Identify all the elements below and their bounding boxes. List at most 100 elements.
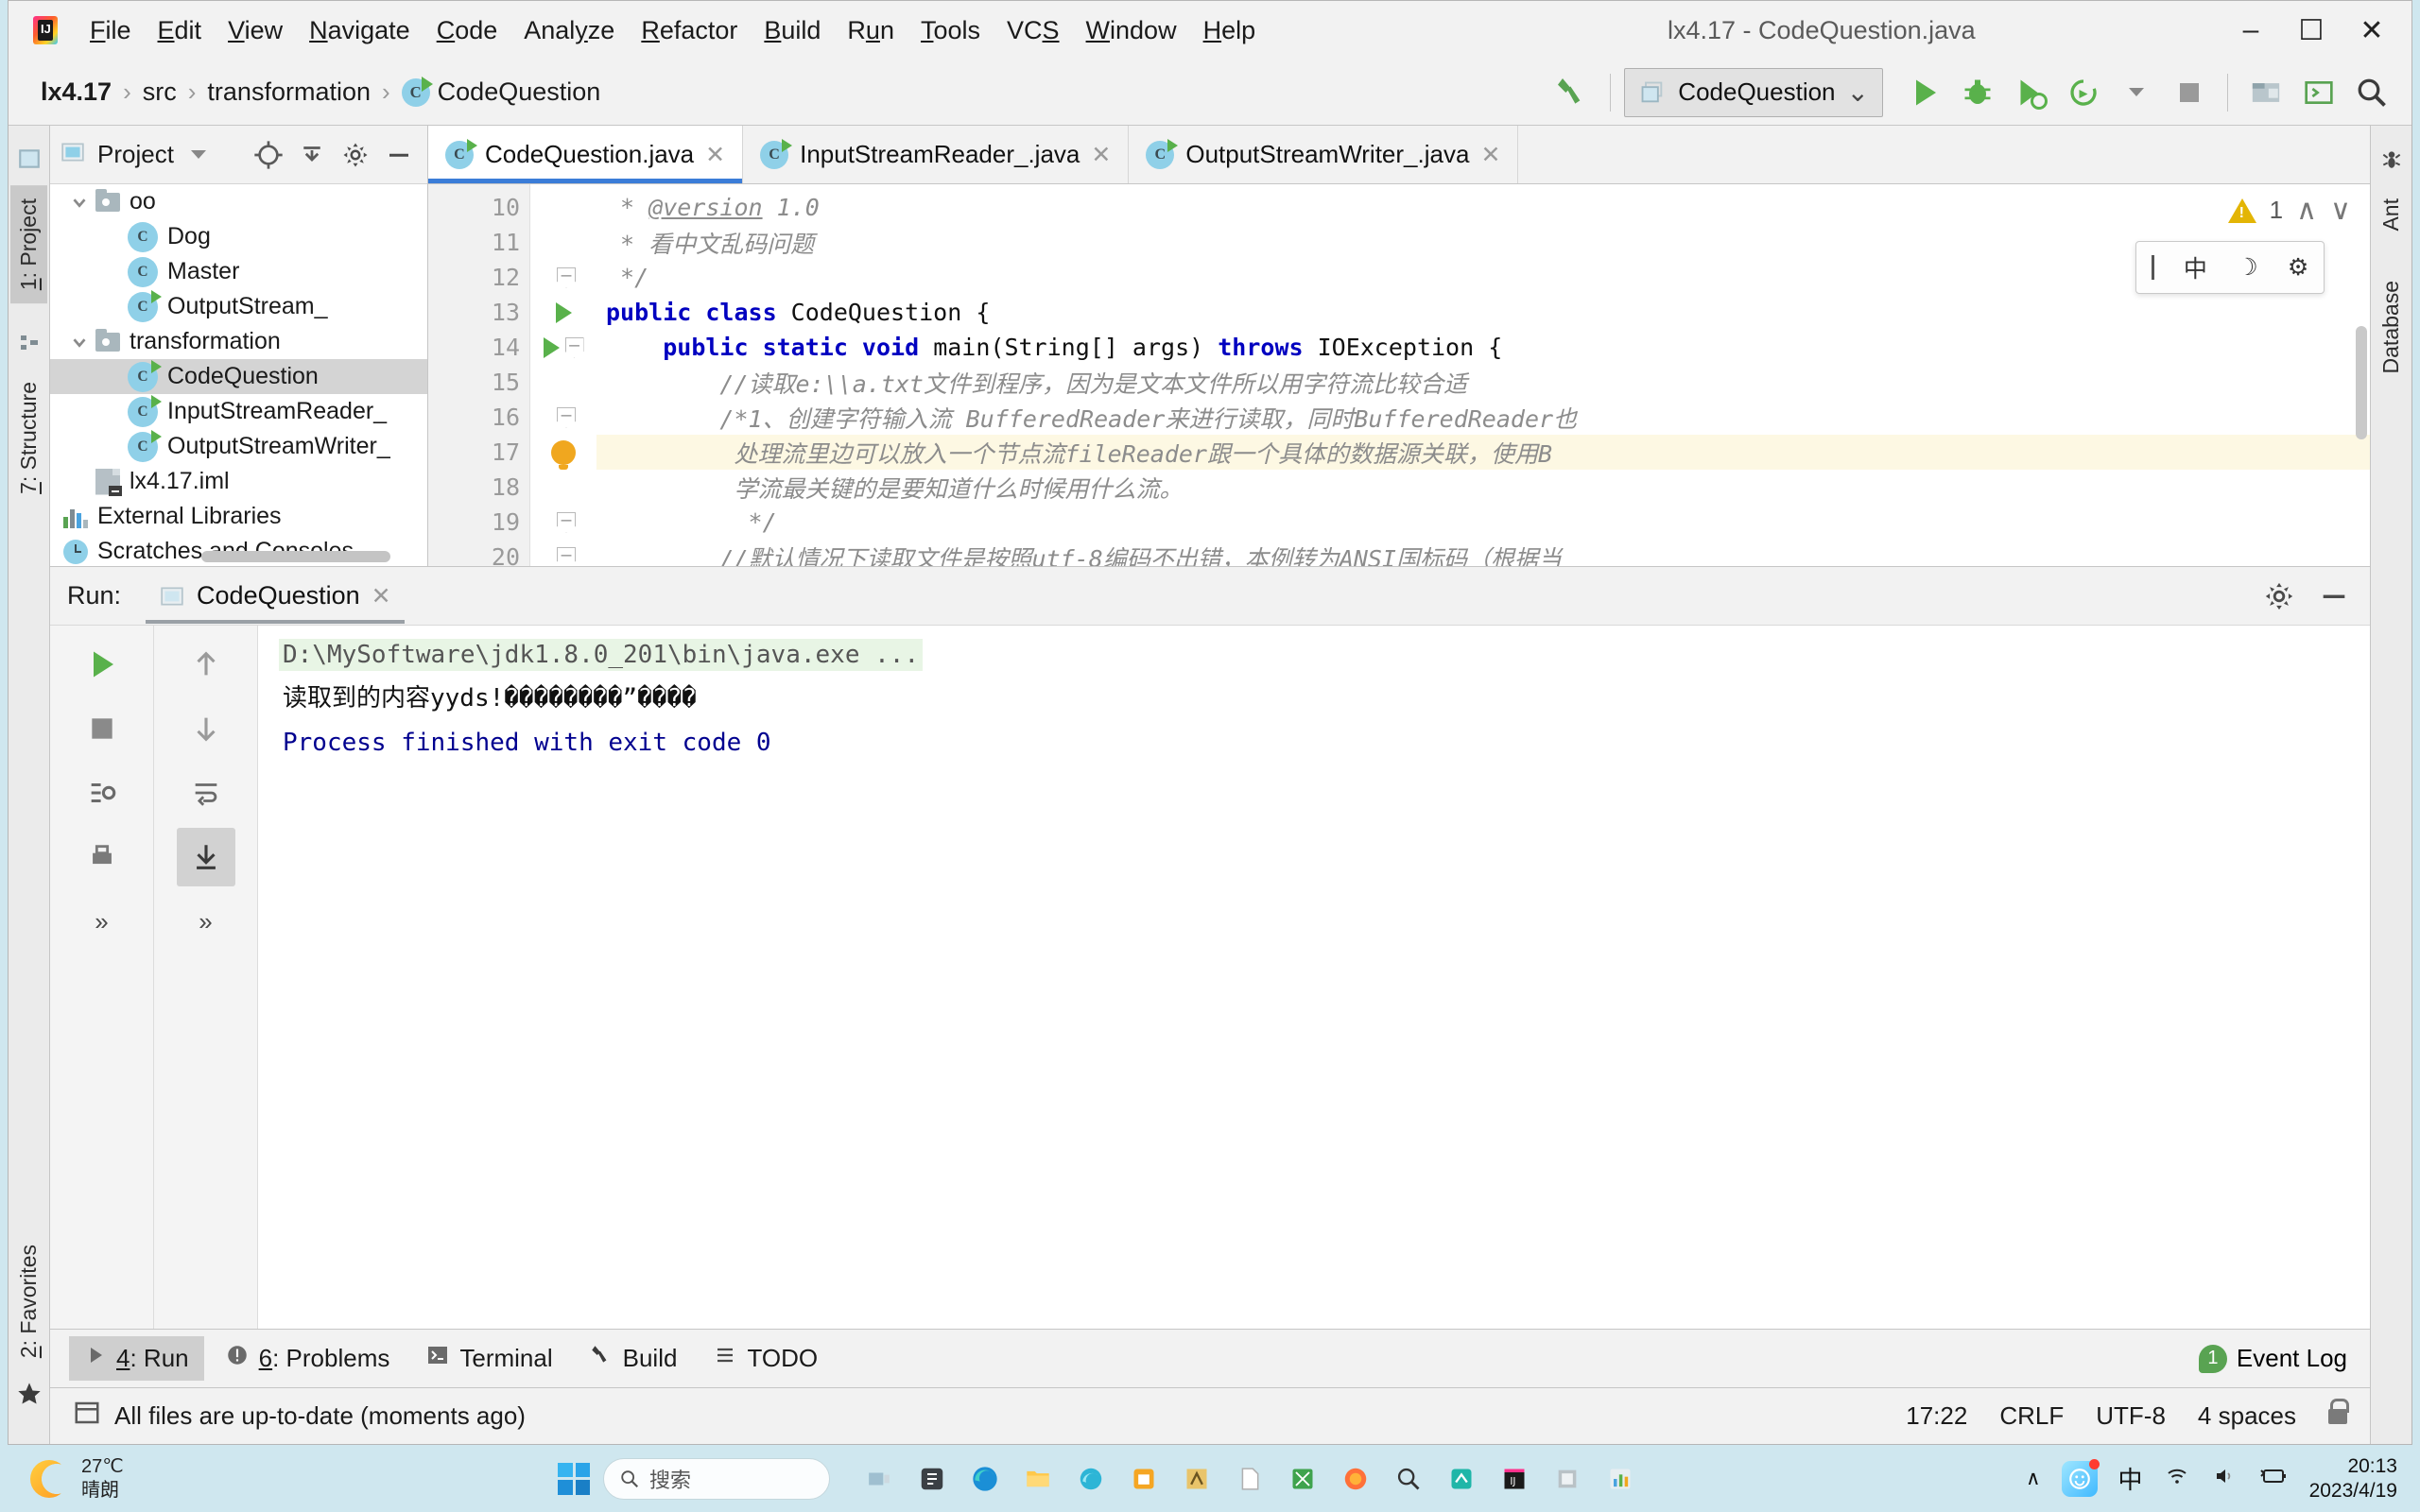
breadcrumb-item-src[interactable]: src	[137, 76, 182, 109]
editor-tab-inputstreamreader_java[interactable]: C InputStreamReader_.java ✕	[743, 126, 1130, 183]
event-log-button[interactable]: 1 Event Log	[2198, 1344, 2347, 1373]
menu-item-file[interactable]: File	[77, 12, 145, 49]
ime-handle-icon[interactable]	[2151, 255, 2154, 280]
breadcrumb-item-transformation[interactable]: transformation	[201, 76, 376, 109]
bottom-tab-6problems[interactable]: 6: Problems	[210, 1335, 406, 1382]
menu-item-analyze[interactable]: Analyze	[510, 12, 628, 49]
tree-item-lx417iml[interactable]: lx4.17.iml	[50, 464, 427, 499]
sidebar-item-structure[interactable]: 7: Structure	[10, 369, 47, 507]
hide-panel-icon[interactable]	[380, 136, 418, 174]
firefox-icon[interactable]	[1333, 1456, 1378, 1502]
fold-marker-icon[interactable]: –	[557, 546, 576, 566]
run-gutter-icon[interactable]	[555, 301, 572, 323]
expand-more-button-2[interactable]: »	[177, 892, 235, 951]
settings-gear-icon[interactable]	[337, 136, 374, 174]
indent-setting[interactable]: 4 spaces	[2198, 1401, 2296, 1431]
settings-gear-icon[interactable]	[2260, 577, 2298, 615]
editor-scrollbar[interactable]	[2356, 326, 2367, 439]
expand-more-button[interactable]: »	[73, 892, 131, 951]
search-app-icon[interactable]	[1386, 1456, 1431, 1502]
editor-tab-codequestionjava[interactable]: C CodeQuestion.java ✕	[428, 126, 744, 183]
bottom-tab-todo[interactable]: TODO	[698, 1336, 833, 1381]
sidebar-item-project[interactable]: 1: Project	[10, 185, 47, 304]
fold-marker-icon[interactable]: –	[557, 406, 576, 428]
tree-item-oo[interactable]: oo	[50, 184, 427, 219]
line-separator[interactable]: CRLF	[1999, 1401, 2064, 1431]
close-button[interactable]: ✕	[2342, 6, 2402, 55]
battery-icon[interactable]	[2258, 1466, 2289, 1492]
app-icon-teal[interactable]	[1439, 1456, 1484, 1502]
breadcrumb-item-codequestion[interactable]: C CodeQuestion	[396, 76, 607, 109]
sidebar-item-favorites[interactable]: 2: Favorites	[10, 1231, 47, 1371]
tree-item-dog[interactable]: C Dog	[50, 219, 427, 254]
print-button[interactable]	[73, 828, 131, 886]
sidebar-item-ant[interactable]: Ant	[2373, 185, 2410, 245]
tree-item-master[interactable]: C Master	[50, 254, 427, 289]
bottom-tab-build[interactable]: Build	[574, 1335, 693, 1382]
taskview-icon[interactable]	[856, 1456, 902, 1502]
code-editor[interactable]: 10 11 12 13 14 15 16 17 18 19 20 – – – – – * @version …	[428, 184, 2370, 566]
ime-language-label[interactable]: 中	[2184, 250, 2207, 284]
tray-language-indicator[interactable]: 中	[2118, 1461, 2143, 1496]
trace-button[interactable]	[73, 764, 131, 822]
breadcrumb-item-lx417[interactable]: lx4.17	[35, 76, 117, 109]
wifi-icon[interactable]	[2164, 1465, 2190, 1493]
debug-button[interactable]	[1953, 68, 2002, 117]
scroll-to-end-button[interactable]	[176, 828, 235, 886]
tray-clock[interactable]: 20:13 2023/4/19	[2309, 1454, 2397, 1502]
app-icon-yellow[interactable]	[1174, 1456, 1219, 1502]
menu-item-view[interactable]: View	[215, 12, 296, 49]
tree-item-codequestion[interactable]: C CodeQuestion	[50, 359, 427, 394]
run-configuration-selector[interactable]: CodeQuestion ⌄	[1624, 67, 1883, 117]
menu-item-run[interactable]: Run	[834, 12, 908, 49]
tree-item-outputstream_[interactable]: C OutputStream_	[50, 289, 427, 324]
tree-item-inputstreamreader_[interactable]: C InputStreamReader_	[50, 394, 427, 429]
menu-item-build[interactable]: Build	[751, 12, 834, 49]
lock-icon[interactable]	[2328, 1398, 2349, 1424]
menu-item-edit[interactable]: Edit	[145, 12, 216, 49]
file-encoding[interactable]: UTF-8	[2096, 1401, 2166, 1431]
menu-item-code[interactable]: Code	[424, 12, 511, 49]
ime-settings-icon[interactable]: ⚙	[2288, 253, 2308, 282]
build-hammer-icon[interactable]	[1547, 68, 1597, 117]
tray-expand-icon[interactable]: ∧	[2026, 1467, 2040, 1490]
bottom-tab-terminal[interactable]: Terminal	[410, 1336, 567, 1381]
browser-icon-2[interactable]	[1068, 1456, 1114, 1502]
volume-icon[interactable]	[2211, 1465, 2238, 1493]
fold-marker-icon[interactable]: –	[557, 266, 576, 288]
stop-button[interactable]	[2165, 68, 2214, 117]
edge-icon[interactable]	[962, 1456, 1008, 1502]
taskbar-search[interactable]: 搜索	[603, 1457, 830, 1500]
tree-item-outputstreamwriter_[interactable]: C OutputStreamWriter_	[50, 429, 427, 464]
gutter-marker[interactable]	[530, 435, 596, 470]
run-gutter-icon[interactable]	[543, 336, 560, 358]
hide-panel-icon[interactable]	[2315, 577, 2353, 615]
close-icon[interactable]: ✕	[705, 141, 725, 169]
horizontal-scrollbar[interactable]	[201, 551, 390, 562]
rerun-icon[interactable]	[2059, 68, 2108, 117]
tree-item-transformation[interactable]: transformation	[50, 324, 427, 359]
inspection-widget[interactable]: 1 ∧ ∨	[2221, 190, 2357, 231]
gutter-marker[interactable]: –	[530, 330, 596, 365]
caret-position[interactable]: 17:22	[1906, 1401, 1967, 1431]
minimize-button[interactable]: –	[2221, 6, 2281, 55]
console-output[interactable]: D:\MySoftware\jdk1.8.0_201\bin\java.exe …	[258, 626, 2370, 1329]
maximize-button[interactable]: ☐	[2281, 6, 2342, 55]
weather-widget[interactable]: 27℃ 晴朗	[30, 1455, 124, 1503]
run-button[interactable]	[1900, 68, 1949, 117]
start-button-icon[interactable]	[558, 1462, 590, 1495]
sidebar-item-database[interactable]: Database	[2373, 267, 2410, 387]
open-terminal-icon[interactable]	[2294, 68, 2343, 117]
app-icon-dark[interactable]	[909, 1456, 955, 1502]
document-icon[interactable]	[1227, 1456, 1272, 1502]
scroll-up-button[interactable]	[177, 635, 235, 694]
file-explorer-icon[interactable]	[1015, 1456, 1061, 1502]
intellij-taskbar-icon[interactable]: IJ	[1492, 1456, 1537, 1502]
editor-tab-outputstreamwriter_java[interactable]: C OutputStreamWriter_.java ✕	[1129, 126, 1519, 183]
stop-button[interactable]	[73, 699, 131, 758]
intention-bulb-icon[interactable]	[551, 439, 576, 470]
close-icon[interactable]: ✕	[1091, 141, 1111, 169]
next-highlight-icon[interactable]: ∨	[2330, 194, 2351, 227]
bottom-tab-4run[interactable]: 4: Run	[69, 1336, 204, 1381]
expand-chevron-icon[interactable]	[63, 332, 95, 352]
